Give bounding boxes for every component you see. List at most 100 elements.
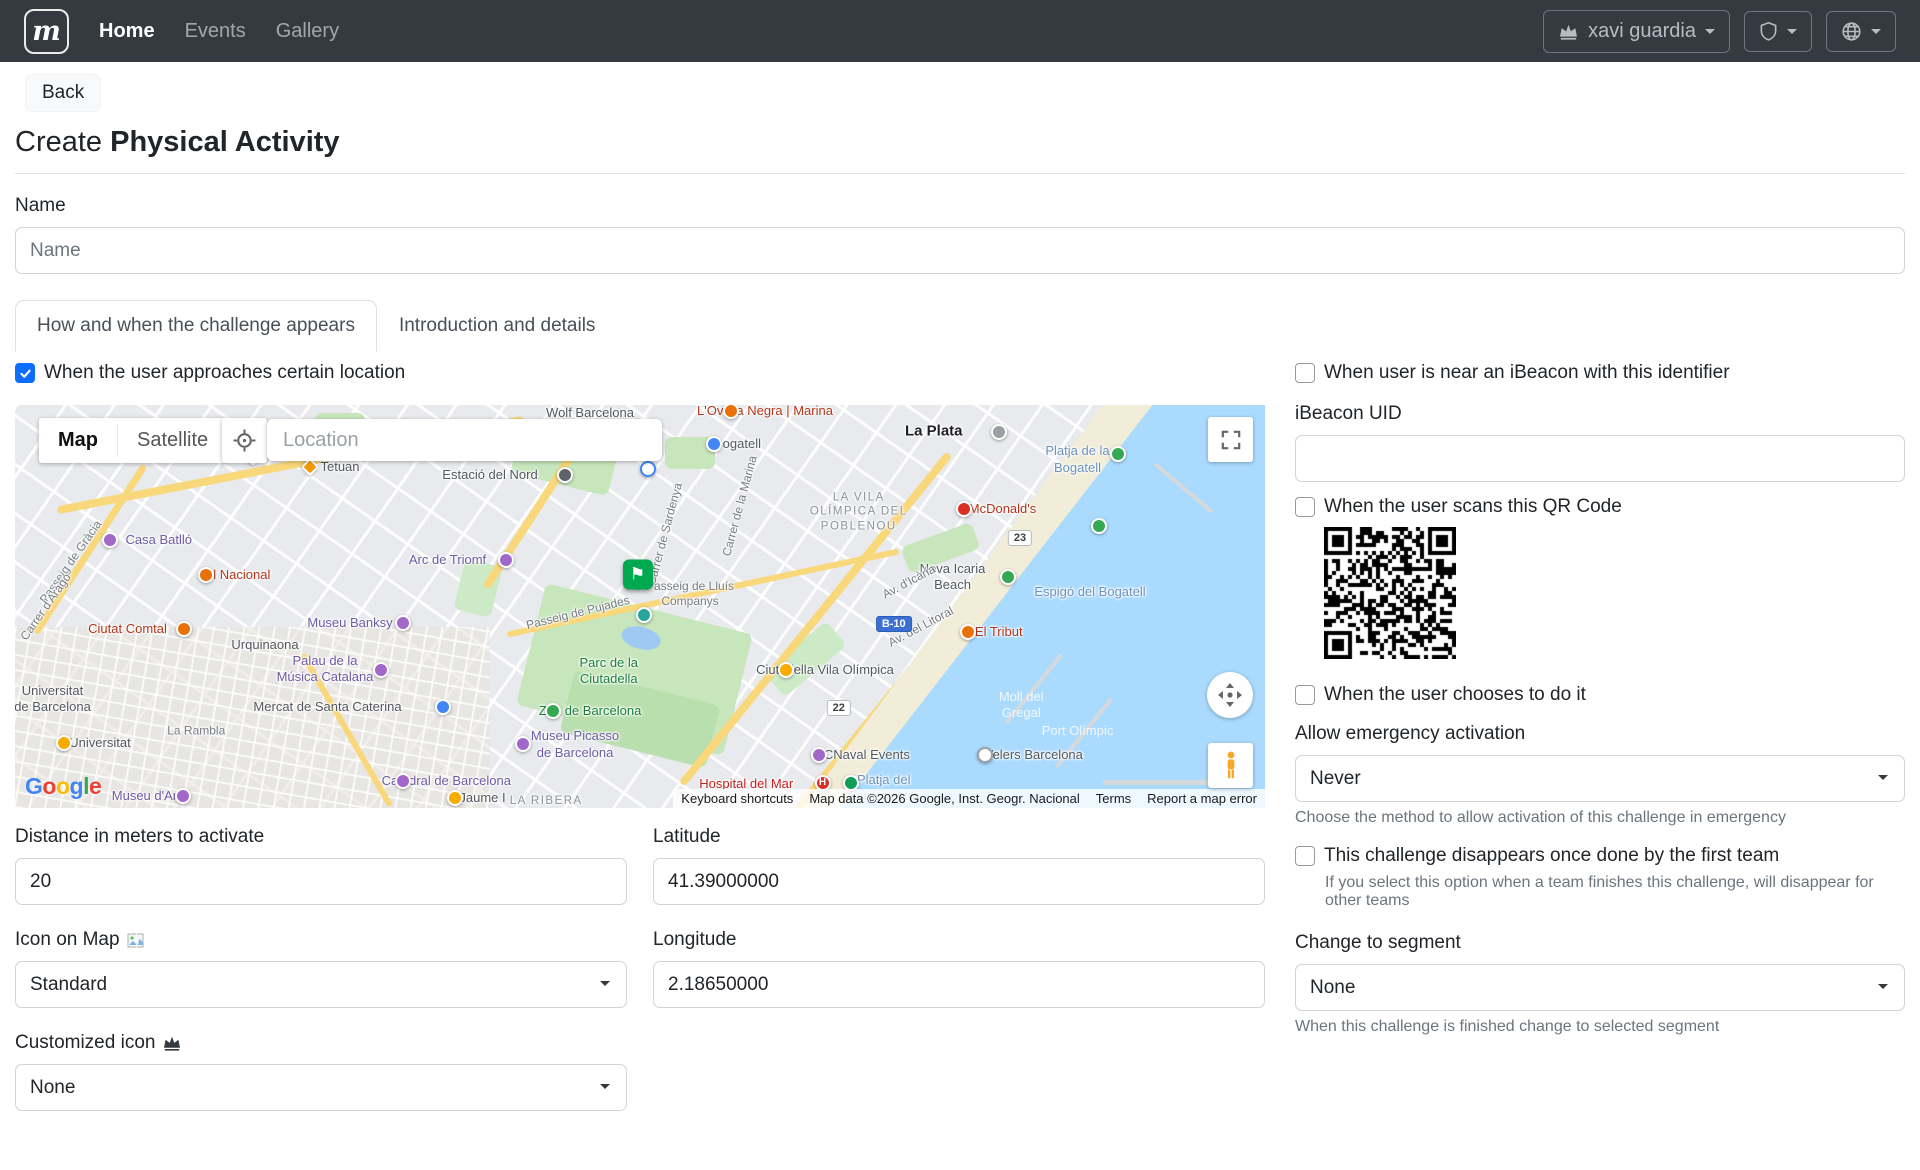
map-label: La Plata: [905, 422, 963, 441]
map-label: Jaume I: [459, 789, 505, 805]
emergency-label: Allow emergency activation: [1295, 723, 1905, 745]
app-logo[interactable]: m: [24, 9, 69, 54]
icon-on-map-label: Icon on Map: [15, 929, 627, 951]
customized-icon-select[interactable]: None: [15, 1064, 627, 1111]
emergency-select[interactable]: Never: [1295, 755, 1905, 802]
name-input[interactable]: [15, 227, 1905, 274]
map-poi-marker[interactable]: [640, 461, 656, 477]
pan-map-button[interactable]: [1207, 672, 1253, 718]
map-label: BCNaval Events: [815, 747, 910, 763]
map-poi-marker[interactable]: [373, 662, 389, 678]
map-poi-marker[interactable]: [198, 567, 214, 583]
qr-checkbox-label: When the user scans this QR Code: [1324, 496, 1622, 518]
back-button[interactable]: Back: [25, 74, 101, 112]
attribution-link[interactable]: Keyboard shortcuts: [673, 789, 801, 808]
map-view-button[interactable]: Map: [39, 418, 117, 463]
pegman-streetview-button[interactable]: [1208, 743, 1253, 788]
nav-link[interactable]: Events: [185, 20, 246, 43]
qr-checkbox[interactable]: [1295, 497, 1315, 517]
approach-location-label: When the user approaches certain locatio…: [44, 362, 405, 384]
crown-icon: [1558, 23, 1579, 40]
tab[interactable]: Introduction and details: [377, 300, 617, 352]
map-poi-marker[interactable]: [395, 773, 411, 789]
map-poi-marker[interactable]: [498, 552, 514, 568]
map-poi-marker[interactable]: [706, 436, 722, 452]
emergency-help: Choose the method to allow activation of…: [1295, 809, 1905, 827]
my-location-button[interactable]: [222, 418, 267, 463]
map-poi-marker[interactable]: [176, 621, 192, 637]
map-label: LA VILA OLÍMPICA DEL POBLENOU: [810, 490, 908, 533]
map-poi-marker[interactable]: [56, 735, 72, 751]
map-label: Espigó del Bogatell: [1034, 584, 1145, 600]
segment-select[interactable]: None: [1295, 964, 1905, 1011]
route-badge: 23: [1008, 530, 1032, 546]
map-poi-marker[interactable]: [778, 662, 794, 678]
chooses-checkbox[interactable]: [1295, 685, 1315, 705]
map-poi-marker[interactable]: [515, 736, 531, 752]
emergency-select-wrap: Never: [1295, 755, 1905, 802]
map-poi-marker[interactable]: [1000, 569, 1016, 585]
icon-on-map-select-wrap: Standard: [15, 961, 627, 1008]
map-label: Museu Picasso de Barcelona: [531, 728, 619, 761]
map-label: Ciutadella Vila Olímpica: [756, 662, 894, 678]
map-label: Casa Batlló: [126, 532, 192, 548]
tab[interactable]: How and when the challenge appears: [15, 300, 377, 352]
chevron-down-icon: [1705, 29, 1715, 39]
map-type-control: Map Satellite: [39, 418, 227, 463]
broken-image-icon: [127, 932, 144, 949]
map-poi-marker[interactable]: [960, 624, 976, 640]
map-poi-marker[interactable]: [1091, 518, 1107, 534]
challenge-location-flag-marker[interactable]: ⚑: [623, 560, 653, 590]
map-poi-marker[interactable]: [435, 699, 451, 715]
fullscreen-button[interactable]: [1208, 417, 1253, 462]
disappear-checkbox[interactable]: [1295, 846, 1315, 866]
ibeacon-checkbox[interactable]: [1295, 363, 1315, 383]
map-poi-marker[interactable]: [977, 747, 993, 763]
nav-link[interactable]: Home: [99, 20, 155, 43]
latitude-input[interactable]: [653, 858, 1265, 905]
map-poi-marker[interactable]: [636, 607, 652, 623]
map-label: El Tribut: [975, 624, 1023, 640]
google-logo[interactable]: Google: [25, 773, 101, 800]
crosshair-icon: [233, 429, 256, 452]
tab-bar: How and when the challenge appears Intro…: [15, 300, 1905, 352]
attribution-link[interactable]: Terms: [1088, 789, 1139, 808]
map-label: Universitat de Barcelona: [15, 683, 91, 716]
attribution-link[interactable]: Report a map error: [1139, 789, 1265, 808]
map-label: Moll del Gregal: [999, 689, 1044, 722]
chevron-down-icon: [1787, 29, 1797, 39]
globe-icon: [1841, 21, 1862, 42]
attribution-link[interactable]: Map data ©2026 Google, Inst. Geogr. Naci…: [801, 789, 1087, 808]
latitude-label: Latitude: [653, 826, 1265, 848]
user-menu-button[interactable]: xavi guardia: [1543, 10, 1730, 53]
map-poi-marker[interactable]: [557, 467, 573, 483]
map-poi-marker[interactable]: [447, 790, 463, 806]
map-poi-marker[interactable]: [175, 788, 191, 804]
name-label: Name: [15, 195, 1905, 217]
nav-link[interactable]: Gallery: [276, 20, 339, 43]
location-search-input[interactable]: [267, 419, 662, 461]
pegman-icon: [1223, 751, 1239, 781]
icon-on-map-select[interactable]: Standard: [15, 961, 627, 1008]
satellite-view-button[interactable]: Satellite: [118, 418, 227, 463]
map-poi-marker[interactable]: [545, 703, 561, 719]
nav-links: Home Events Gallery: [99, 20, 339, 43]
longitude-input[interactable]: [653, 961, 1265, 1008]
map-poi-marker[interactable]: [102, 532, 118, 548]
title-divider: [15, 173, 1905, 174]
map-poi-marker[interactable]: [956, 501, 972, 517]
ibeacon-uid-input[interactable]: [1295, 435, 1905, 482]
user-name: xavi guardia: [1588, 20, 1696, 43]
map-label: La Rambla: [167, 724, 225, 739]
distance-input[interactable]: [15, 858, 627, 905]
language-menu-button[interactable]: [1826, 11, 1896, 52]
map-poi-marker[interactable]: [1110, 446, 1126, 462]
page-title: Create Physical Activity: [15, 126, 1905, 159]
google-map[interactable]: Wolf Barcelona L'Ovella Negra | Marina B…: [15, 405, 1265, 808]
approach-location-checkbox[interactable]: [15, 363, 35, 383]
map-poi-marker[interactable]: [991, 424, 1007, 440]
map-label: Urquinaona: [231, 637, 298, 653]
map-poi-marker[interactable]: [395, 615, 411, 631]
map-poi-marker[interactable]: [811, 747, 827, 763]
admin-menu-button[interactable]: [1744, 11, 1812, 52]
